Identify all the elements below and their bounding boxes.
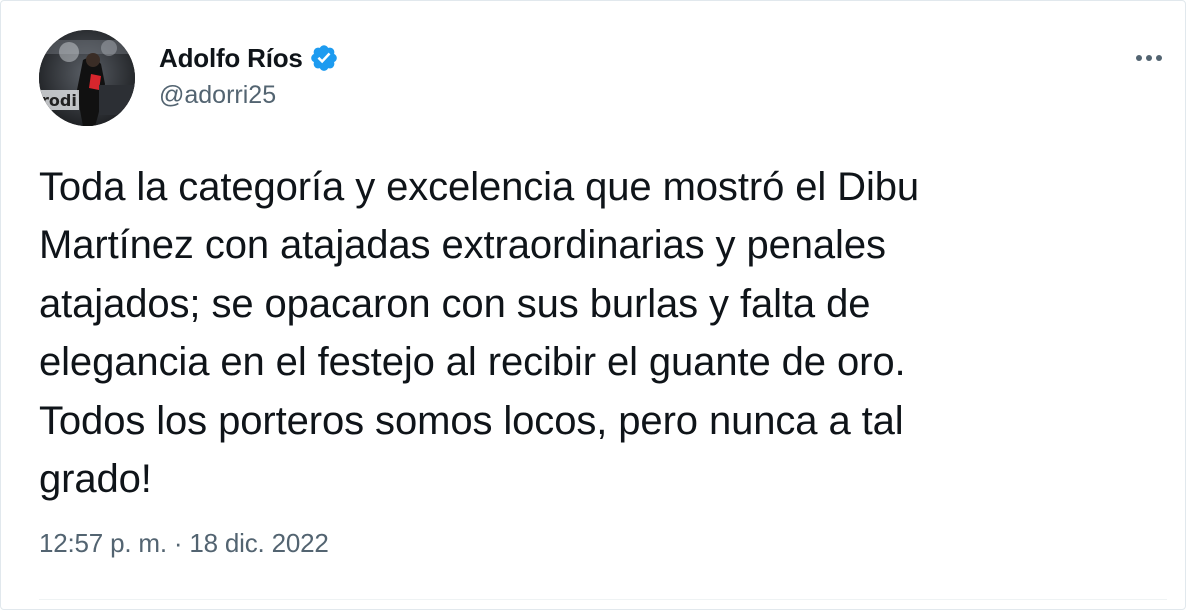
more-options-icon[interactable]	[1129, 41, 1169, 75]
avatar-photo: rodi	[39, 30, 135, 126]
svg-text:rodi: rodi	[41, 91, 77, 110]
author-display-name[interactable]: Adolfo Ríos	[159, 43, 303, 74]
tweet-text: Toda la categoría y excelencia que mostr…	[39, 165, 920, 502]
author-handle[interactable]: @adorri25	[159, 81, 276, 110]
verified-badge-icon	[309, 43, 339, 73]
tweet-card: rodi Adolfo Ríos @adorri25 Toda la categ…	[0, 0, 1186, 610]
tweet-timestamp[interactable]: 12:57 p. m. · 18 dic. 2022	[39, 528, 329, 559]
divider	[39, 599, 1167, 600]
author-name-row: Adolfo Ríos	[159, 39, 339, 77]
author-avatar[interactable]: rodi	[39, 30, 135, 126]
